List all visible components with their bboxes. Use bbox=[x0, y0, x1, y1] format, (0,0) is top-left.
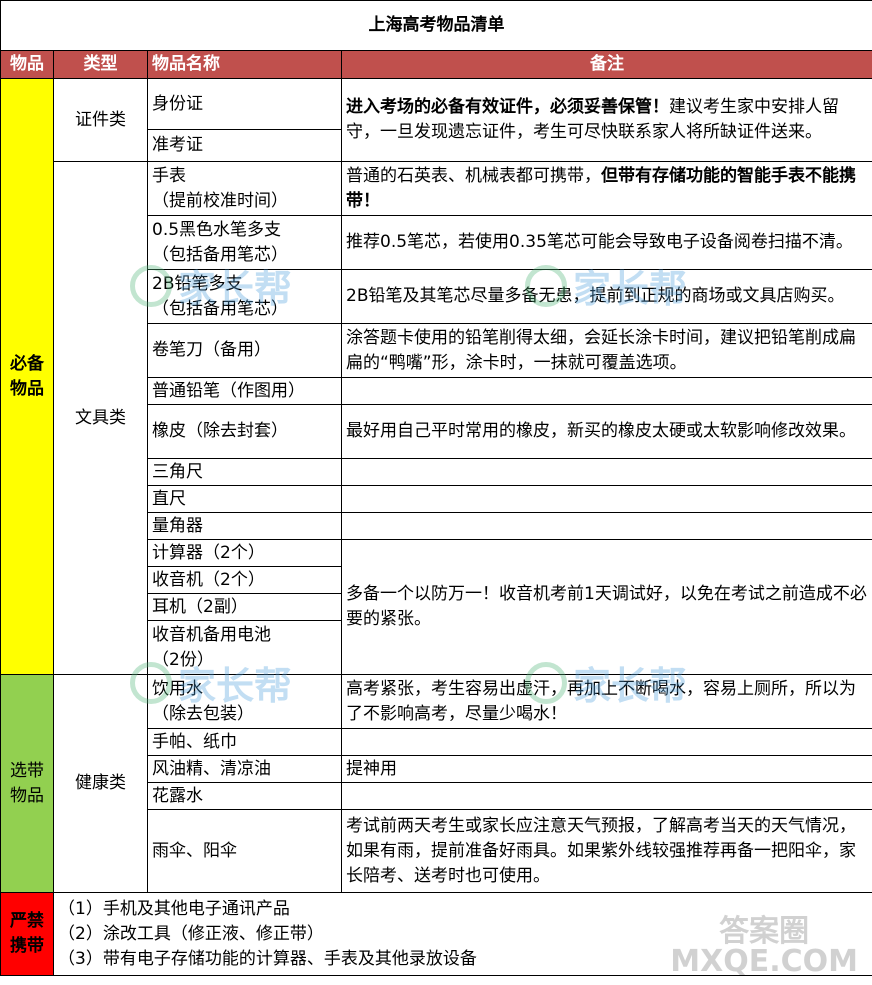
forbidden-item: （2）涂改工具（修正液、修正带） bbox=[58, 923, 324, 944]
note-id-docs: 进入考场的必备有效证件，必须妥善保管！建议考生家中安排人留守，一旦发现遗忘证件，… bbox=[341, 78, 872, 162]
checklist-page: 上海高考物品清单 物品 类型 物品名称 备注 必备 物品 证件类 身份证 进入考… bbox=[0, 0, 872, 985]
type-health: 健康类 bbox=[53, 674, 148, 893]
category-optional: 选带 物品 bbox=[0, 674, 54, 893]
note-water: 高考紧张，考生容易出虚汗，再加上不断喝水，容易上厕所，所以为了不影响高考，尽量少… bbox=[341, 674, 872, 729]
item-tissue: 手帕、纸巾 bbox=[147, 728, 342, 756]
forbidden-list: （1）手机及其他电子通讯产品 （2）涂改工具（修正液、修正带） （3）带有电子存… bbox=[53, 892, 872, 976]
category-required: 必备 物品 bbox=[0, 78, 54, 675]
item-admission-ticket: 准考证 bbox=[147, 129, 342, 162]
checklist-table: 上海高考物品清单 物品 类型 物品名称 备注 必备 物品 证件类 身份证 进入考… bbox=[0, 0, 872, 976]
item-ruler: 直尺 bbox=[147, 485, 342, 513]
note-floral-water bbox=[341, 782, 872, 810]
item-eraser: 橡皮（除去封套） bbox=[147, 404, 342, 459]
item-radio: 收音机（2个） bbox=[147, 566, 342, 594]
note-sharpener: 涂答题卡使用的铅笔削得太细，会延长涂卡时间，建议把铅笔削成扁扁的“鸭嘴”形，涂卡… bbox=[341, 323, 872, 378]
note-2b-pencil: 2B铅笔及其笔芯尽量多备无患，提前到正规的商场或文具店购买。 bbox=[341, 269, 872, 324]
item-earphones: 耳机（2副） bbox=[147, 593, 342, 621]
item-radio-battery: 收音机备用电池 （2份） bbox=[147, 620, 342, 675]
header-type: 类型 bbox=[53, 50, 148, 79]
item-triangle-ruler: 三角尺 bbox=[147, 458, 342, 486]
note-protractor bbox=[341, 512, 872, 540]
note-black-pen: 推荐0.5笔芯，若使用0.35笔芯可能会导致电子设备阅卷扫描不清。 bbox=[341, 215, 872, 270]
item-sharpener: 卷笔刀（备用） bbox=[147, 323, 342, 378]
note-radio-group: 多备一个以防万一！收音机考前1天调试好，以免在考试之前造成不必要的紧张。 bbox=[341, 539, 872, 675]
note-plain-pencil bbox=[341, 377, 872, 405]
item-id-card: 身份证 bbox=[147, 78, 342, 130]
category-forbidden: 严禁 携带 bbox=[0, 892, 54, 976]
item-floral-water: 花露水 bbox=[147, 782, 342, 810]
forbidden-item: （1）手机及其他电子通讯产品 bbox=[58, 898, 290, 919]
item-2b-pencil: 2B铅笔多支 （包括备用笔芯） bbox=[147, 269, 342, 324]
item-plain-pencil: 普通铅笔（作图用） bbox=[147, 377, 342, 405]
item-black-pen: 0.5黑色水笔多支 （包括备用笔芯） bbox=[147, 215, 342, 270]
page-title: 上海高考物品清单 bbox=[0, 0, 872, 51]
item-balm: 风油精、清凉油 bbox=[147, 755, 342, 783]
item-protractor: 量角器 bbox=[147, 512, 342, 540]
note-triangle-ruler bbox=[341, 458, 872, 486]
header-note: 备注 bbox=[341, 50, 872, 79]
forbidden-item: （3）带有电子存储功能的计算器、手表及其他录放设备 bbox=[58, 948, 477, 969]
note-tissue bbox=[341, 728, 872, 756]
header-item-name: 物品名称 bbox=[147, 50, 342, 79]
note-watch: 普通的石英表、机械表都可携带，但带有存储功能的智能手表不能携带！ bbox=[341, 161, 872, 216]
note-eraser: 最好用自己平时常用的橡皮，新买的橡皮太硬或太软影响修改效果。 bbox=[341, 404, 872, 459]
header-category: 物品 bbox=[0, 50, 54, 79]
type-id-docs: 证件类 bbox=[53, 78, 148, 162]
item-watch: 手表 （提前校准时间） bbox=[147, 161, 342, 216]
item-water: 饮用水 （除去包装） bbox=[147, 674, 342, 729]
note-balm: 提神用 bbox=[341, 755, 872, 783]
item-umbrella: 雨伞、阳伞 bbox=[147, 809, 342, 893]
note-ruler bbox=[341, 485, 872, 513]
table-header: 物品 类型 物品名称 备注 bbox=[0, 50, 872, 79]
note-umbrella: 考试前两天考生或家长应注意天气预报，了解高考当天的天气情况，如果有雨，提前准备好… bbox=[341, 809, 872, 893]
type-stationery: 文具类 bbox=[53, 161, 148, 675]
item-calculator: 计算器（2个） bbox=[147, 539, 342, 567]
